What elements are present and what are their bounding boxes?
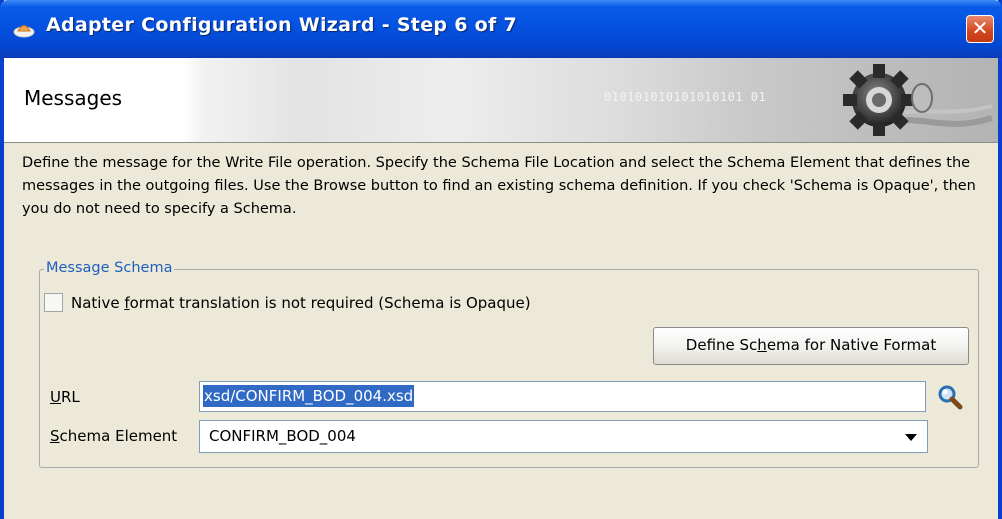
url-value: xsd/CONFIRM_BOD_004.xsd [203,385,415,407]
schema-opaque-checkbox[interactable] [44,293,63,312]
page-title: Messages [24,86,123,110]
schema-opaque-label[interactable]: Native format translation is not require… [71,294,531,312]
url-label: URL [50,388,80,406]
step-description: Define the message for the Write File op… [22,155,976,217]
window-title: Adapter Configuration Wizard - Step 6 of… [46,14,517,36]
wizard-window: Adapter Configuration Wizard - Step 6 of… [0,0,1002,519]
title-bar[interactable]: Adapter Configuration Wizard - Step 6 of… [0,0,1002,58]
wizard-header: Messages 010101010101010101 01 [4,58,998,143]
close-button[interactable]: ✕ [966,15,994,43]
url-input[interactable]: xsd/CONFIRM_BOD_004.xsd [199,381,926,412]
schema-element-value: CONFIRM_BOD_004 [209,427,356,445]
close-icon: ✕ [971,16,989,40]
binary-decoration: 010101010101010101 01 [604,90,767,104]
chevron-down-icon[interactable] [905,434,917,441]
schema-element-label: Schema Element [50,427,178,445]
define-schema-native-format-button[interactable]: Define Schema for Native Format [653,327,969,365]
gear-icon [843,64,993,136]
message-schema-legend: Message Schema [44,260,175,276]
search-icon[interactable] [935,383,965,411]
schema-element-select[interactable]: CONFIRM_BOD_004 [199,420,928,453]
app-icon [13,25,35,38]
